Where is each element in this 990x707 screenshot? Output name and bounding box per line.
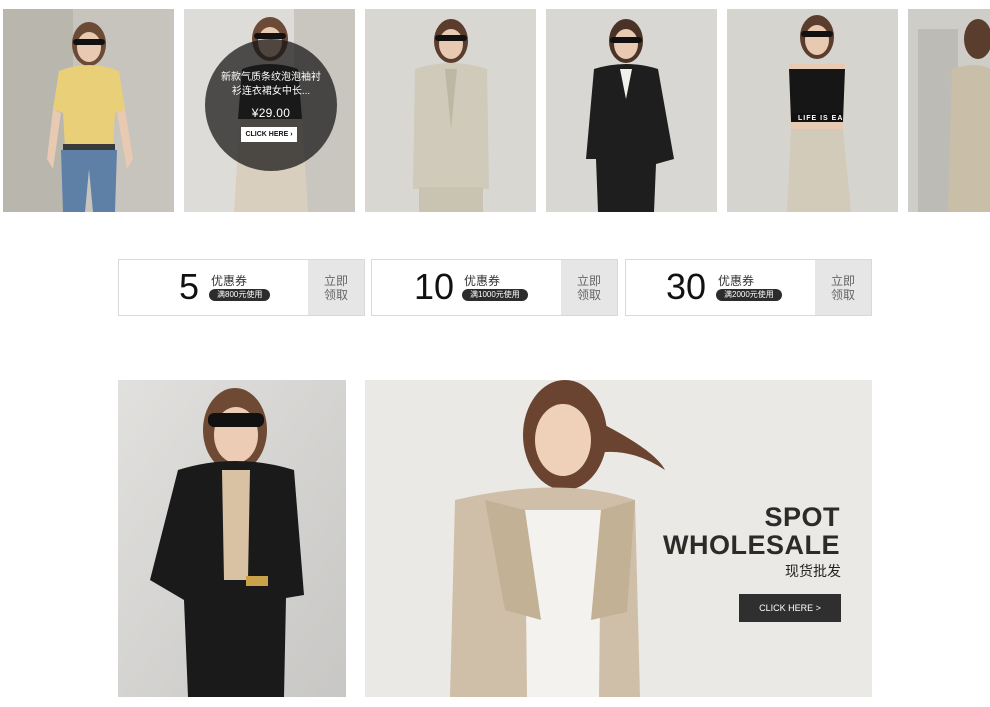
click-here-button[interactable]: CLICK HERE ›: [241, 127, 297, 142]
product-quick-view[interactable]: 新款气质条纹泡泡袖衬 衫连衣裙女中长... ¥29.00 CLICK HERE …: [205, 39, 337, 171]
coupon-label: 优惠券: [211, 274, 248, 288]
product-title-line1: 新款气质条纹泡泡袖衬: [221, 72, 321, 83]
claim-label-line2: 领取: [576, 288, 601, 302]
coupon-info: 30 优惠券 满2000元使用: [626, 260, 815, 315]
coupon-condition: 满1000元使用: [462, 289, 528, 301]
coupon-info: 10 优惠券 满1000元使用: [372, 260, 561, 315]
claim-label-line1: 立即: [830, 274, 855, 288]
product-card[interactable]: [3, 9, 174, 212]
coupon-amount: 10: [414, 266, 455, 307]
product-card[interactable]: [365, 9, 536, 212]
banner-headline: SPOT WHOLESALE: [663, 503, 840, 559]
product-card[interactable]: LIFE IS EA: [727, 9, 898, 212]
promo-banner-side[interactable]: [118, 380, 346, 697]
click-here-label: CLICK HERE: [245, 131, 289, 138]
coupon-amount: 30: [666, 266, 707, 307]
coupon-label: 优惠券: [718, 274, 755, 288]
product-image: [727, 9, 898, 212]
claim-coupon-button[interactable]: 立即 领取: [308, 260, 364, 315]
model-image: [118, 380, 346, 697]
product-image: [3, 9, 174, 212]
product-price: ¥29.00: [251, 106, 291, 120]
banner-click-here-button[interactable]: CLICK HERE >: [739, 594, 841, 622]
crop-top-print: LIFE IS EA: [798, 115, 844, 122]
coupon-condition: 满2000元使用: [716, 289, 782, 301]
claim-label-line1: 立即: [323, 274, 348, 288]
product-image: [908, 9, 990, 212]
promo-banner-main[interactable]: SPOT WHOLESALE 现货批发 CLICK HERE >: [365, 380, 872, 697]
product-card[interactable]: 新款气质条纹泡泡袖衬 衫连衣裙女中长... ¥29.00 CLICK HERE …: [184, 9, 355, 212]
product-image: [365, 9, 536, 212]
coupon-label: 优惠券: [464, 274, 501, 288]
claim-coupon-button[interactable]: 立即 领取: [815, 260, 871, 315]
claim-label-line1: 立即: [576, 274, 601, 288]
product-title-line2: 衫连衣裙女中长...: [231, 86, 311, 97]
product-image: [546, 9, 717, 212]
claim-coupon-button[interactable]: 立即 领取: [561, 260, 617, 315]
coupon-card: 30 优惠券 满2000元使用 立即 领取: [625, 259, 872, 316]
product-card[interactable]: [908, 9, 990, 212]
banner-headline-line1: SPOT: [764, 502, 840, 532]
coupon-amount: 5: [179, 266, 200, 307]
coupon-card: 10 优惠券 满1000元使用 立即 领取: [371, 259, 618, 316]
product-strip: 新款气质条纹泡泡袖衬 衫连衣裙女中长... ¥29.00 CLICK HERE …: [3, 9, 990, 212]
chevron-right-icon: ›: [290, 131, 293, 138]
banner-headline-line2: WHOLESALE: [663, 530, 840, 560]
coupon-condition: 满800元使用: [209, 289, 271, 301]
coupon-card: 5 优惠券 满800元使用 立即 领取: [118, 259, 365, 316]
banner-subtitle: 现货批发: [785, 563, 841, 579]
product-card[interactable]: [546, 9, 717, 212]
coupon-info: 5 优惠券 满800元使用: [119, 260, 308, 315]
claim-label-line2: 领取: [323, 288, 348, 302]
claim-label-line2: 领取: [830, 288, 855, 302]
